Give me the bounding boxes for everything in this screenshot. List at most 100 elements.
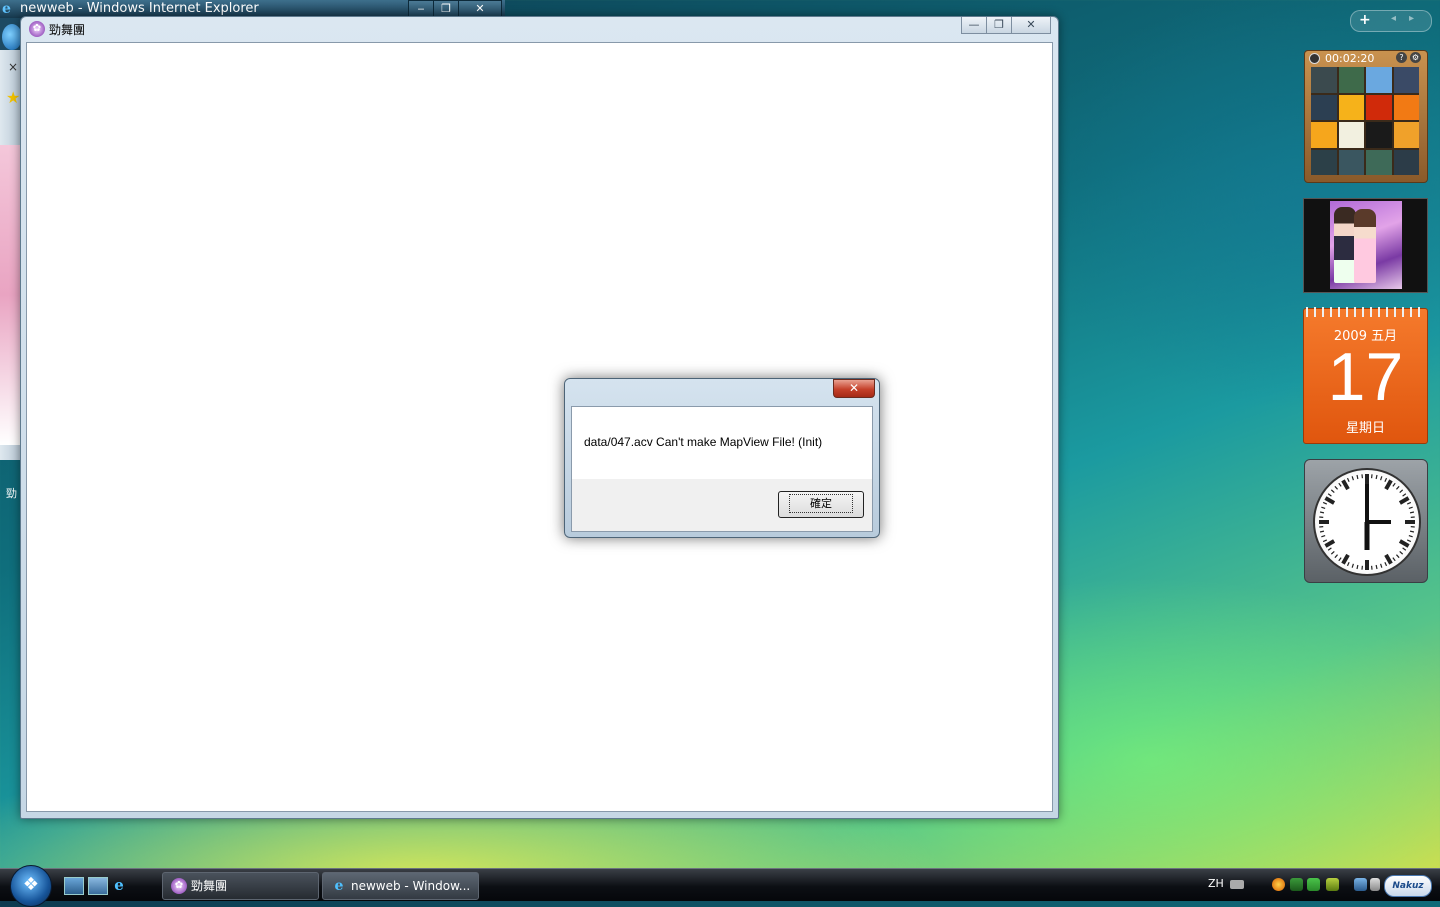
puzzle-tile[interactable] <box>1311 150 1337 176</box>
favorites-star-icon[interactable]: ★ <box>6 88 20 107</box>
dialog-close-button[interactable]: ✕ <box>833 379 875 398</box>
clock-hour-tick <box>1325 541 1334 546</box>
clock-hour-tick <box>1400 541 1409 546</box>
puzzle-settings-icon[interactable]: ⚙ <box>1410 52 1421 63</box>
puzzle-tile[interactable] <box>1339 95 1365 121</box>
clock-minute-tick <box>1381 564 1382 568</box>
calendar-weekday: 星期日 <box>1304 417 1427 436</box>
tray-app-badge[interactable]: Nakuz <box>1384 875 1432 897</box>
clock-minute-tick <box>1323 540 1327 542</box>
start-button[interactable]: ❖ <box>10 865 52 907</box>
clock-minute-tick <box>1357 475 1358 479</box>
ie-logo-icon: e <box>2 1 11 17</box>
puzzle-tile[interactable] <box>1339 150 1365 176</box>
clock-minute-tick <box>1347 478 1349 482</box>
game-window-title: 勁舞團 <box>49 21 85 38</box>
clock-minute-tick <box>1331 490 1334 493</box>
clock-minute-tick <box>1396 486 1399 489</box>
calendar-day: 17 <box>1304 339 1427 415</box>
game-icon: ✿ <box>171 878 187 894</box>
clock-minute-tick <box>1396 555 1399 558</box>
puzzle-tile[interactable] <box>1394 150 1420 176</box>
error-dialog[interactable]: ✕ data/047.acv Can't make MapView File! … <box>564 378 880 538</box>
game-minimize-button[interactable]: — <box>961 17 987 34</box>
taskbar-button-label: newweb - Window... <box>351 873 470 899</box>
game-window[interactable]: ✿ 勁舞團 — ❐ ✕ <box>20 16 1059 819</box>
desktop-icon-label[interactable]: 勁 <box>6 485 17 501</box>
sidebar-next-button[interactable]: ▸ <box>1409 13 1414 24</box>
clock-gadget[interactable] <box>1304 459 1428 583</box>
puzzle-tile[interactable] <box>1394 122 1420 148</box>
clock-minute-tick <box>1352 476 1353 480</box>
quicklaunch-ie-icon[interactable]: e <box>110 877 128 893</box>
dialog-message: data/047.acv Can't make MapView File! (I… <box>584 435 822 449</box>
sidebar-prev-button[interactable]: ◂ <box>1391 13 1396 24</box>
puzzle-tile[interactable] <box>1366 67 1392 93</box>
puzzle-help-icon[interactable]: ? <box>1396 52 1407 63</box>
clock-minute-tick <box>1400 490 1403 493</box>
game-client-area[interactable] <box>26 42 1053 812</box>
clock-minute-tick <box>1393 483 1395 486</box>
clock-minute-tick <box>1381 476 1382 480</box>
clock-minute-tick <box>1385 562 1387 566</box>
clock-hour-tick <box>1325 498 1334 503</box>
clock-minute-tick <box>1347 562 1349 566</box>
puzzle-tile[interactable] <box>1339 122 1365 148</box>
tray-app-icon[interactable] <box>1272 878 1285 891</box>
add-gadget-button[interactable]: + <box>1359 12 1371 28</box>
clock-face <box>1313 468 1421 576</box>
dialog-body: data/047.acv Can't make MapView File! (I… <box>571 406 873 532</box>
clock-minute-tick <box>1393 558 1395 561</box>
dialog-message-area: data/047.acv Can't make MapView File! (I… <box>572 407 872 479</box>
language-indicator[interactable]: ZH <box>1208 877 1224 890</box>
clock-minute-tick <box>1376 475 1377 479</box>
taskbar-button-ie[interactable]: e newweb - Window... <box>322 872 479 900</box>
sidebar-toolbar: + ◂ ▸ <box>1350 10 1432 32</box>
clock-minute-tick <box>1409 507 1413 508</box>
switch-windows-icon[interactable] <box>88 877 108 895</box>
puzzle-grid[interactable] <box>1311 67 1419 175</box>
clock-hour-tick <box>1400 498 1409 503</box>
tray-app-icon[interactable] <box>1326 878 1339 891</box>
volume-icon[interactable] <box>1370 878 1380 891</box>
photo-figure-left <box>1334 207 1356 283</box>
ie-tab-close-icon[interactable]: × <box>8 60 18 74</box>
clock-minute-tick <box>1407 540 1411 542</box>
puzzle-tile[interactable] <box>1311 95 1337 121</box>
clock-hour-tick <box>1343 480 1348 489</box>
puzzle-tile[interactable] <box>1311 67 1337 93</box>
ie-back-arrow-icon[interactable] <box>2 24 22 50</box>
clock-minute-tick <box>1320 531 1324 532</box>
ie-icon: e <box>331 878 347 894</box>
clock-minute-tick <box>1407 502 1411 504</box>
puzzle-tile[interactable] <box>1366 150 1392 176</box>
ie-page-content <box>0 145 20 445</box>
puzzle-tile[interactable] <box>1366 95 1392 121</box>
clock-minute-tick <box>1403 548 1406 550</box>
clock-hour-tick <box>1343 555 1348 564</box>
clock-minute-tick <box>1410 531 1414 532</box>
puzzle-tile[interactable] <box>1394 67 1420 93</box>
clock-dial <box>1315 470 1419 574</box>
taskbar-button-game[interactable]: ✿ 勁舞團 <box>162 872 319 900</box>
puzzle-tile[interactable] <box>1311 122 1337 148</box>
puzzle-tile[interactable] <box>1366 122 1392 148</box>
calendar-rings <box>1306 307 1425 317</box>
tray-app-icon[interactable] <box>1290 878 1303 891</box>
network-icon[interactable] <box>1354 878 1367 891</box>
game-restore-button[interactable]: ❐ <box>986 17 1012 34</box>
taskbar-button-label: 勁舞團 <box>191 873 227 899</box>
picture-puzzle-gadget[interactable]: 00:02:20 ? ⚙ <box>1304 50 1428 183</box>
puzzle-clock-icon <box>1309 53 1320 64</box>
puzzle-tile[interactable] <box>1339 67 1365 93</box>
slideshow-gadget[interactable] <box>1303 198 1428 293</box>
clock-hour-tick <box>1386 480 1391 489</box>
calendar-gadget[interactable]: 2009 五月 17 星期日 <box>1303 308 1428 444</box>
tray-app-icon[interactable] <box>1307 878 1320 891</box>
keyboard-icon[interactable] <box>1230 880 1244 889</box>
dialog-ok-button[interactable]: 確定 <box>778 491 864 518</box>
game-close-button[interactable]: ✕ <box>1011 17 1051 34</box>
clock-minute-tick <box>1320 512 1324 513</box>
puzzle-tile[interactable] <box>1394 95 1420 121</box>
show-desktop-icon[interactable] <box>64 877 84 895</box>
